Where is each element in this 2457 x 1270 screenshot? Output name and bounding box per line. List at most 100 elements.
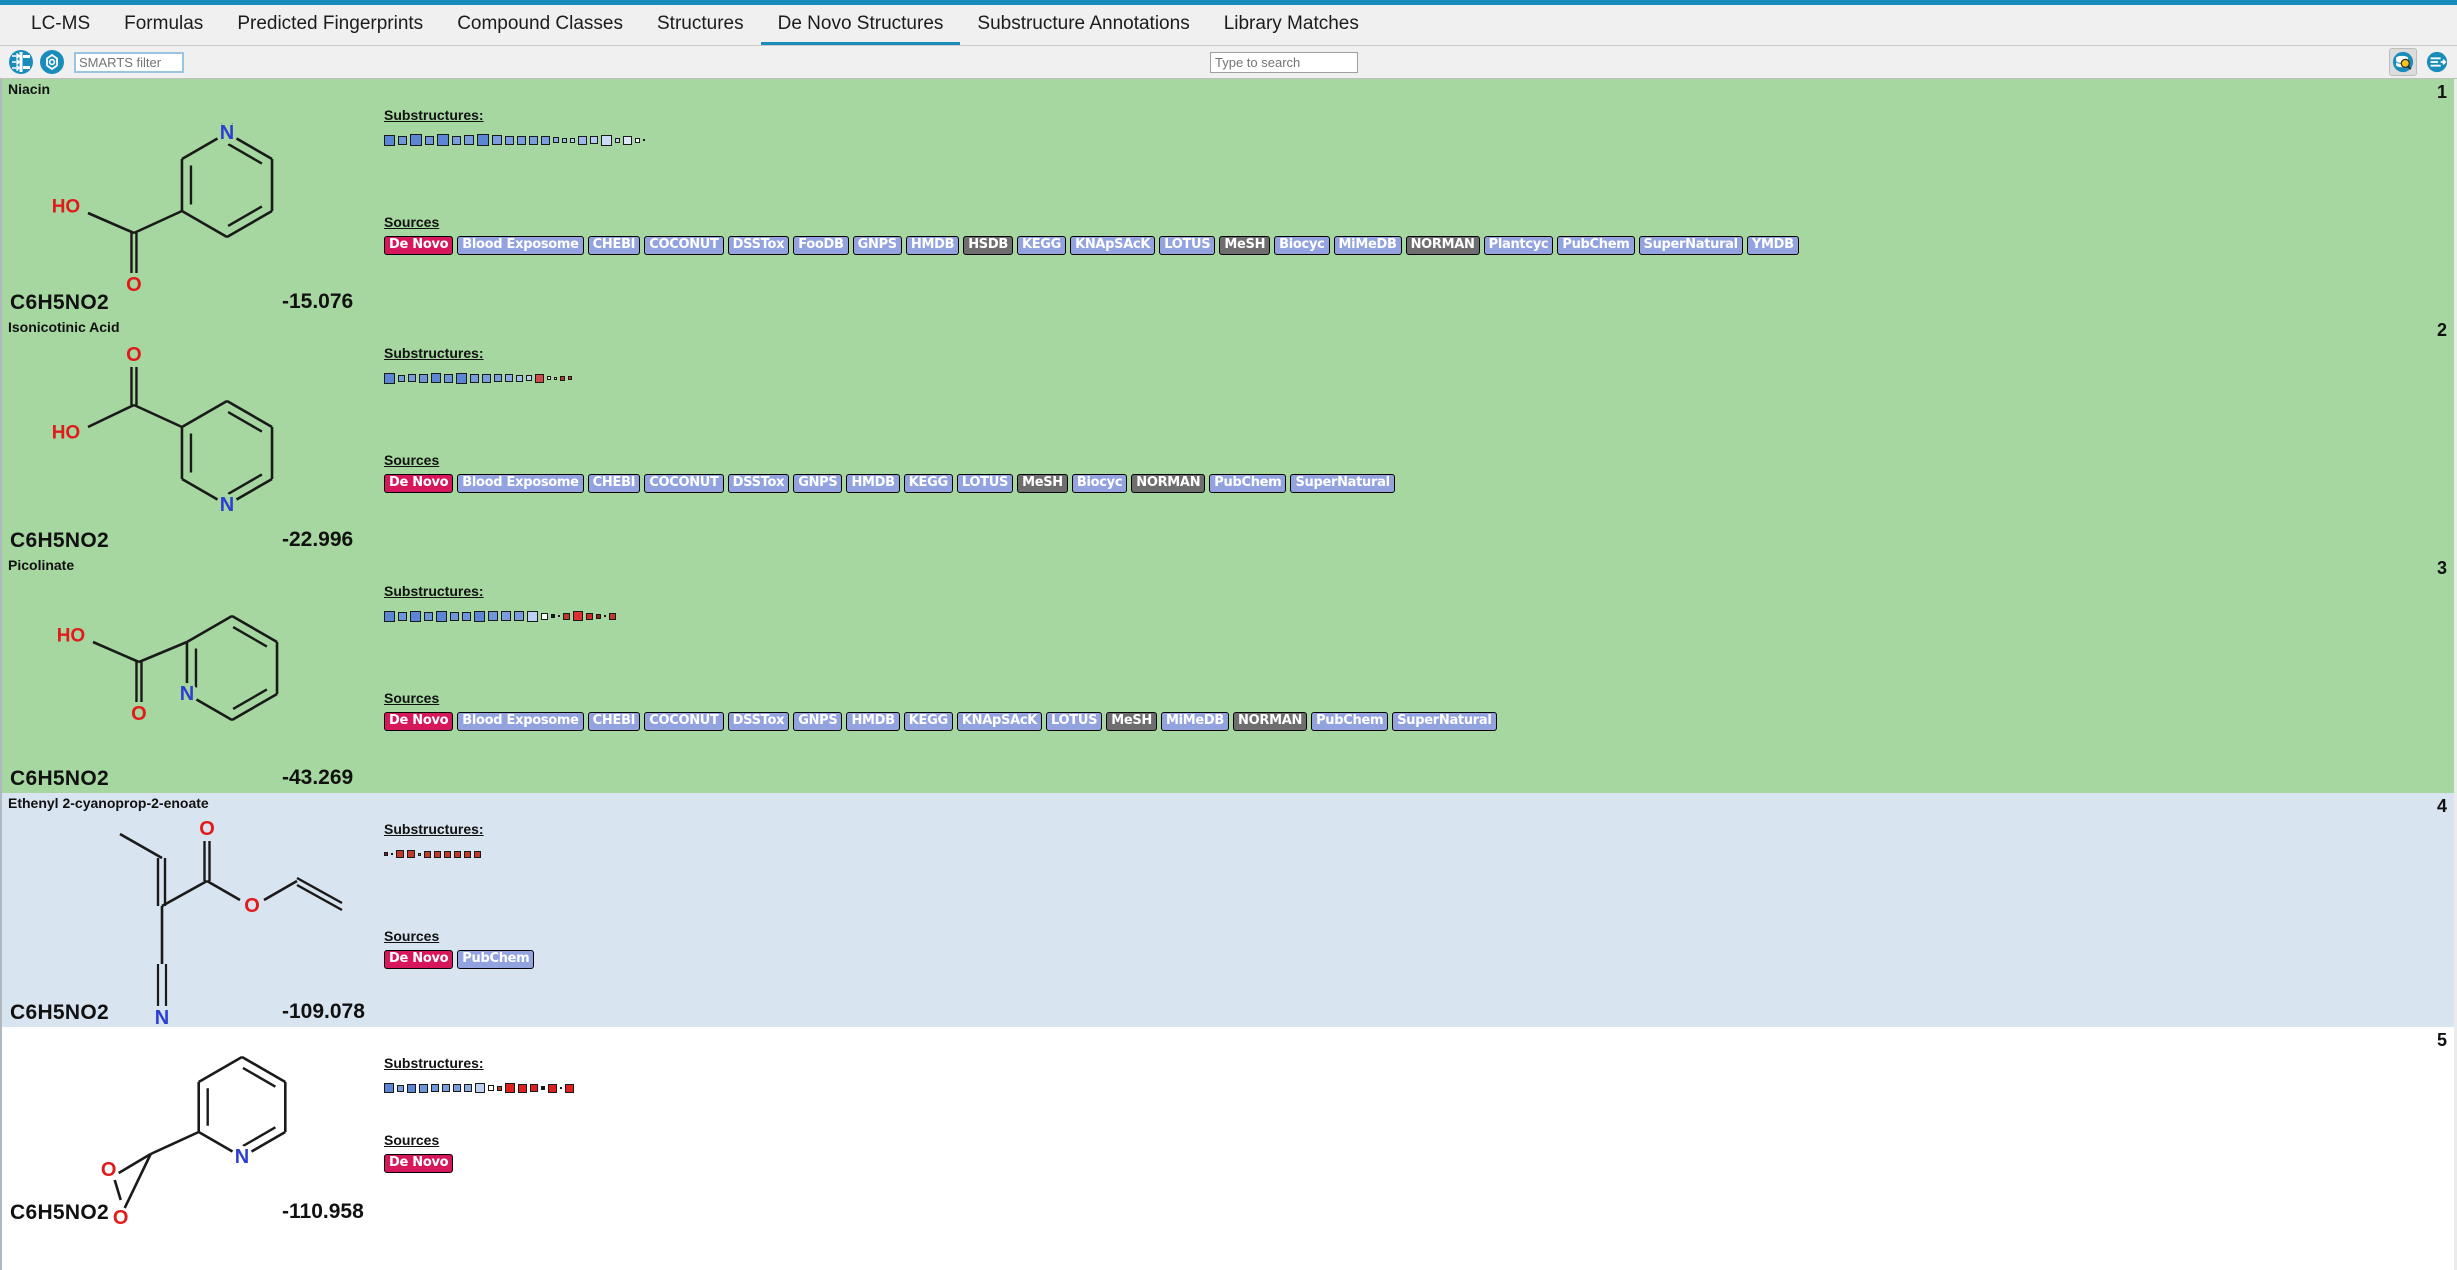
source-badge[interactable]: CHEBI bbox=[587, 712, 641, 731]
substructure-square[interactable] bbox=[453, 1084, 461, 1092]
substructure-square[interactable] bbox=[541, 135, 550, 145]
substructure-square[interactable] bbox=[497, 1085, 502, 1091]
substructure-square[interactable] bbox=[482, 373, 491, 383]
substructure-square[interactable] bbox=[529, 135, 538, 145]
substructure-square[interactable] bbox=[384, 852, 388, 856]
substructure-square[interactable] bbox=[492, 135, 502, 145]
source-badge[interactable]: Blood Exposome bbox=[457, 712, 584, 731]
substructure-square[interactable] bbox=[560, 1087, 562, 1089]
substructure-square[interactable] bbox=[530, 1084, 538, 1092]
substructure-square[interactable] bbox=[384, 372, 395, 384]
source-badge[interactable]: NORMAN bbox=[1233, 712, 1308, 731]
source-badge[interactable]: LOTUS bbox=[956, 474, 1014, 493]
substructure-square[interactable] bbox=[456, 372, 467, 384]
source-badge[interactable]: PubChem bbox=[1311, 712, 1389, 731]
source-badge[interactable]: PubChem bbox=[1209, 474, 1287, 493]
substructure-square[interactable] bbox=[424, 611, 433, 621]
source-badge[interactable]: De Novo bbox=[384, 1154, 454, 1173]
substructure-square[interactable] bbox=[573, 611, 583, 621]
substructure-square[interactable] bbox=[623, 135, 632, 145]
source-badge[interactable]: HMDB bbox=[905, 236, 960, 255]
source-badge[interactable]: SuperNatural bbox=[1392, 712, 1497, 731]
substructure-square[interactable] bbox=[565, 1083, 574, 1093]
substructure-square[interactable] bbox=[475, 1083, 485, 1093]
result-row[interactable]: 1NiacinNNOHOSubstructures:SourcesDe Novo… bbox=[2, 79, 2457, 317]
substructure-square[interactable] bbox=[518, 1083, 527, 1093]
source-badge[interactable]: LOTUS bbox=[1159, 236, 1216, 255]
substructure-square[interactable] bbox=[450, 611, 459, 621]
substructure-square[interactable] bbox=[464, 1084, 472, 1092]
substructure-square[interactable] bbox=[384, 610, 395, 622]
source-badge[interactable]: DSSTox bbox=[727, 474, 790, 493]
substructure-square[interactable] bbox=[437, 134, 449, 146]
substructure-square[interactable] bbox=[568, 376, 572, 380]
substructure-square[interactable] bbox=[431, 1084, 439, 1092]
substructure-square[interactable] bbox=[604, 615, 606, 617]
substructure-square[interactable] bbox=[551, 614, 555, 618]
substructure-square[interactable] bbox=[452, 135, 461, 145]
source-badge[interactable]: PubChem bbox=[457, 950, 535, 969]
source-badge[interactable]: MeSH bbox=[1106, 712, 1157, 731]
substructure-square[interactable] bbox=[419, 1083, 428, 1093]
substructure-square[interactable] bbox=[464, 135, 474, 145]
substructure-square[interactable] bbox=[554, 376, 557, 380]
source-badge[interactable]: SuperNatural bbox=[1290, 474, 1395, 493]
source-badge[interactable]: DSSTox bbox=[727, 712, 790, 731]
substructure-square[interactable] bbox=[541, 1086, 545, 1090]
substructure-square[interactable] bbox=[505, 1083, 515, 1093]
substructure-square[interactable] bbox=[578, 135, 587, 145]
source-badge[interactable]: HSDB bbox=[963, 236, 1013, 255]
substructure-square[interactable] bbox=[535, 373, 544, 383]
substructure-square[interactable] bbox=[398, 374, 405, 382]
substructure-square[interactable] bbox=[527, 610, 538, 622]
substructure-square[interactable] bbox=[477, 134, 489, 146]
substructure-square[interactable] bbox=[474, 610, 485, 622]
source-badge[interactable]: KEGG bbox=[903, 712, 953, 731]
result-row[interactable]: 2 Isonicotinic Acid N O HO Substructures: Sour… bbox=[2, 317, 2457, 555]
source-badge[interactable]: COCONUT bbox=[644, 712, 724, 731]
source-badge[interactable]: KNApSAcK bbox=[1070, 236, 1156, 255]
source-badge[interactable]: HMDB bbox=[846, 712, 900, 731]
source-badge[interactable]: MeSH bbox=[1219, 236, 1271, 255]
substructure-icon[interactable] bbox=[39, 49, 65, 75]
molecule-filter-icon[interactable] bbox=[8, 49, 34, 75]
source-badge[interactable]: De Novo bbox=[384, 950, 454, 969]
database-search-icon[interactable] bbox=[2389, 48, 2417, 76]
substructure-square[interactable] bbox=[526, 375, 532, 381]
substructure-square[interactable] bbox=[517, 135, 526, 145]
tab-structures[interactable]: Structures bbox=[640, 14, 761, 45]
substructure-square[interactable] bbox=[609, 612, 616, 620]
search-input[interactable] bbox=[1210, 51, 1358, 73]
tab-library-matches[interactable]: Library Matches bbox=[1207, 14, 1376, 45]
source-badge[interactable]: DSSTox bbox=[727, 236, 790, 255]
source-badge[interactable]: MeSH bbox=[1017, 474, 1068, 493]
substructure-square[interactable] bbox=[516, 374, 523, 382]
substructure-square[interactable] bbox=[635, 137, 640, 143]
source-badge[interactable]: Biocyc bbox=[1274, 236, 1330, 255]
substructure-square[interactable] bbox=[474, 850, 481, 858]
source-badge[interactable]: SuperNatural bbox=[1638, 236, 1743, 255]
de-novo-structure-results-list[interactable]: 1 Niacin N N O HO Substructures: Sources De Novo… bbox=[0, 79, 2457, 1270]
substructure-square[interactable] bbox=[444, 373, 453, 383]
substructure-square[interactable] bbox=[407, 1083, 416, 1093]
substructure-square[interactable] bbox=[396, 850, 404, 858]
substructure-square[interactable] bbox=[407, 850, 415, 858]
source-badge[interactable]: COCONUT bbox=[644, 474, 724, 493]
substructure-square[interactable] bbox=[488, 1085, 494, 1091]
substructure-square[interactable] bbox=[548, 1083, 557, 1093]
source-badge[interactable]: GNPS bbox=[852, 236, 902, 255]
substructure-square[interactable] bbox=[384, 1083, 394, 1093]
substructure-square[interactable] bbox=[398, 135, 407, 145]
substructure-square[interactable] bbox=[514, 611, 524, 621]
source-badge[interactable]: COCONUT bbox=[644, 236, 724, 255]
substructure-square[interactable] bbox=[558, 615, 560, 617]
source-badge[interactable]: KEGG bbox=[903, 474, 953, 493]
source-badge[interactable]: KEGG bbox=[1016, 236, 1067, 255]
substructure-square[interactable] bbox=[419, 373, 428, 383]
source-badge[interactable]: HMDB bbox=[846, 474, 900, 493]
source-badge[interactable]: CHEBI bbox=[587, 236, 641, 255]
source-badge[interactable]: LOTUS bbox=[1046, 712, 1103, 731]
substructure-square[interactable] bbox=[601, 134, 612, 146]
substructure-square[interactable] bbox=[384, 134, 395, 146]
source-badge[interactable]: GNPS bbox=[793, 474, 843, 493]
